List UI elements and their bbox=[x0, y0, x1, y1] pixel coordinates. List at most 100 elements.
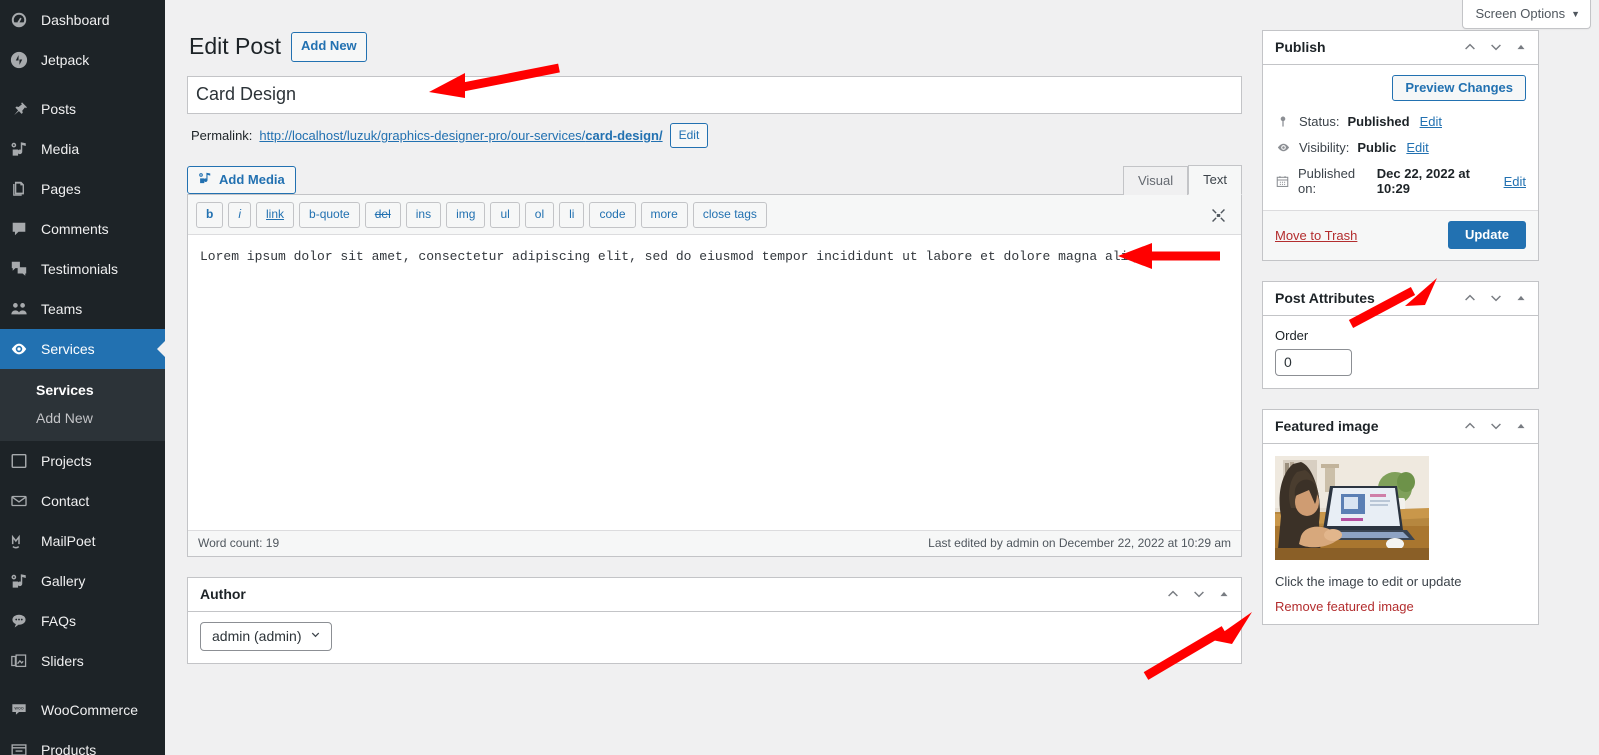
sidebar-item-label: MailPoet bbox=[41, 533, 96, 549]
toggle-panel-icon[interactable] bbox=[1514, 291, 1528, 305]
move-down-icon[interactable] bbox=[1488, 290, 1504, 306]
dashboard-icon bbox=[10, 10, 38, 30]
qt-button-ul[interactable]: ul bbox=[490, 202, 520, 229]
primary-column: Edit Post Add New Permalink: http://loca… bbox=[187, 30, 1242, 684]
update-button[interactable]: Update bbox=[1447, 221, 1526, 249]
distraction-free-writing-icon[interactable] bbox=[1210, 207, 1233, 224]
sidebar-item-label: Sliders bbox=[41, 653, 84, 669]
preview-changes-button[interactable]: Preview Changes bbox=[1392, 75, 1526, 101]
submenu-item-add-new[interactable]: Add New bbox=[0, 404, 165, 432]
permalink-row: Permalink: http://localhost/luzuk/graphi… bbox=[191, 122, 1242, 149]
author-select[interactable]: admin (admin) bbox=[200, 622, 333, 652]
sidebar-item-label: Posts bbox=[41, 101, 77, 117]
qt-button-li[interactable]: li bbox=[559, 202, 585, 229]
sidebar-item-media[interactable]: Media bbox=[0, 129, 165, 169]
sidebar-item-contact[interactable]: Contact bbox=[0, 481, 165, 521]
qt-button-b[interactable]: b bbox=[196, 202, 224, 229]
qt-button-link[interactable]: link bbox=[256, 202, 295, 229]
comments-icon bbox=[10, 219, 38, 239]
postbox-controls bbox=[1462, 39, 1530, 55]
publish-postbox: Publish Preview Changes Status: Publishe… bbox=[1262, 30, 1539, 261]
sidebar-item-dashboard[interactable]: Dashboard bbox=[0, 0, 165, 40]
sidebar-item-posts[interactable]: Posts bbox=[0, 89, 165, 129]
sidebar-item-comments[interactable]: Comments bbox=[0, 209, 165, 249]
move-to-trash-link[interactable]: Move to Trash bbox=[1275, 228, 1357, 243]
sidebar-item-sliders[interactable]: Sliders bbox=[0, 641, 165, 681]
quicktags-toolbar: b i link b-quote del ins img ul ol li co… bbox=[188, 195, 1241, 236]
qt-button-img[interactable]: img bbox=[446, 202, 486, 229]
featured-image-thumb[interactable] bbox=[1275, 456, 1429, 560]
sidebar-item-label: Jetpack bbox=[41, 52, 90, 68]
submenu-item-services[interactable]: Services bbox=[0, 376, 165, 404]
qt-button-del[interactable]: del bbox=[364, 202, 401, 229]
editor-container: b i link b-quote del ins img ul ol li co… bbox=[187, 194, 1242, 558]
wordpress-admin-screen: Dashboard Jetpack Posts Media Pages Comm… bbox=[0, 0, 1599, 755]
toggle-panel-icon[interactable] bbox=[1514, 419, 1528, 433]
faqs-icon bbox=[10, 611, 38, 631]
move-down-icon[interactable] bbox=[1191, 586, 1207, 602]
move-down-icon[interactable] bbox=[1488, 39, 1504, 55]
move-up-icon[interactable] bbox=[1462, 39, 1478, 55]
publish-postbox-header: Publish bbox=[1263, 31, 1538, 65]
qt-button-more[interactable]: more bbox=[640, 202, 688, 229]
add-media-button[interactable]: Add Media bbox=[187, 166, 296, 195]
screen-meta-bar: Screen Options ▼ bbox=[165, 0, 1599, 30]
featured-image-body bbox=[1263, 444, 1538, 564]
sidebar-item-label: Services bbox=[41, 341, 95, 357]
qt-button-b-quote[interactable]: b-quote bbox=[299, 202, 360, 229]
sidebar-item-services[interactable]: Services bbox=[0, 329, 165, 369]
edit-visibility-link[interactable]: Edit bbox=[1406, 140, 1428, 155]
sidebar-item-label: Pages bbox=[41, 181, 81, 197]
sidebar-item-projects[interactable]: Projects bbox=[0, 441, 165, 481]
permalink-prefix: http://localhost/luzuk/graphics-designer… bbox=[259, 128, 586, 144]
sidebar-item-faqs[interactable]: FAQs bbox=[0, 601, 165, 641]
chevron-down-icon: ▼ bbox=[1571, 9, 1580, 19]
sidebar-item-woocommerce[interactable]: woo WooCommerce bbox=[0, 690, 165, 730]
move-down-icon[interactable] bbox=[1488, 418, 1504, 434]
toggle-panel-icon[interactable] bbox=[1217, 587, 1231, 601]
sidebar-item-teams[interactable]: Teams bbox=[0, 289, 165, 329]
qt-button-i[interactable]: i bbox=[228, 202, 252, 229]
move-up-icon[interactable] bbox=[1165, 586, 1181, 602]
word-count: Word count: 19 bbox=[198, 536, 280, 551]
author-selected-value: admin (admin) bbox=[212, 628, 302, 645]
edit-permalink-button[interactable]: Edit bbox=[669, 122, 709, 149]
permalink-slug: card-design/ bbox=[585, 128, 663, 144]
post-attributes-header: Post Attributes bbox=[1263, 282, 1538, 316]
permalink-link[interactable]: http://localhost/luzuk/graphics-designer… bbox=[259, 128, 662, 143]
last-edited-info: Last edited by admin on December 22, 202… bbox=[928, 536, 1231, 551]
sidebar-item-label: Products bbox=[41, 742, 97, 755]
add-new-button[interactable]: Add New bbox=[291, 32, 367, 62]
sidebar-item-testimonials[interactable]: Testimonials bbox=[0, 249, 165, 289]
post-title-input[interactable] bbox=[187, 75, 1242, 114]
published-on-row: Published on: Dec 22, 2022 at 10:29 Edit bbox=[1275, 161, 1526, 202]
post-editor: Add Media Visual Text b i link b-quote d… bbox=[187, 164, 1242, 558]
sidebar-item-products[interactable]: Products bbox=[0, 730, 165, 755]
status-value: Published bbox=[1347, 114, 1410, 129]
jetpack-icon bbox=[10, 50, 38, 70]
screen-options-button[interactable]: Screen Options ▼ bbox=[1462, 0, 1591, 29]
qt-button-code[interactable]: code bbox=[589, 202, 636, 229]
qt-button-ol[interactable]: ol bbox=[524, 202, 555, 229]
gallery-icon bbox=[10, 571, 38, 591]
remove-featured-image-link[interactable]: Remove featured image bbox=[1263, 593, 1538, 624]
edit-status-link[interactable]: Edit bbox=[1420, 114, 1442, 129]
author-postbox-header: Author bbox=[188, 578, 1241, 613]
editor-content[interactable]: Lorem ipsum dolor sit amet, consectetur … bbox=[188, 235, 1241, 531]
edit-published-link[interactable]: Edit bbox=[1504, 174, 1526, 189]
tab-text[interactable]: Text bbox=[1188, 165, 1242, 196]
media-icon bbox=[198, 171, 212, 188]
tab-visual[interactable]: Visual bbox=[1122, 166, 1189, 196]
move-up-icon[interactable] bbox=[1462, 290, 1478, 306]
sidebar-item-gallery[interactable]: Gallery bbox=[0, 561, 165, 601]
order-input[interactable] bbox=[1275, 349, 1352, 376]
qt-button-close-tags[interactable]: close tags bbox=[692, 202, 767, 229]
sidebar-item-pages[interactable]: Pages bbox=[0, 169, 165, 209]
sidebar-item-mailpoet[interactable]: MailPoet bbox=[0, 521, 165, 561]
postbox-controls bbox=[1165, 586, 1233, 602]
move-up-icon[interactable] bbox=[1462, 418, 1478, 434]
sidebar-item-jetpack[interactable]: Jetpack bbox=[0, 40, 165, 80]
qt-button-ins[interactable]: ins bbox=[405, 202, 442, 229]
toggle-panel-icon[interactable] bbox=[1514, 40, 1528, 54]
sidebar-item-label: Comments bbox=[41, 221, 109, 237]
